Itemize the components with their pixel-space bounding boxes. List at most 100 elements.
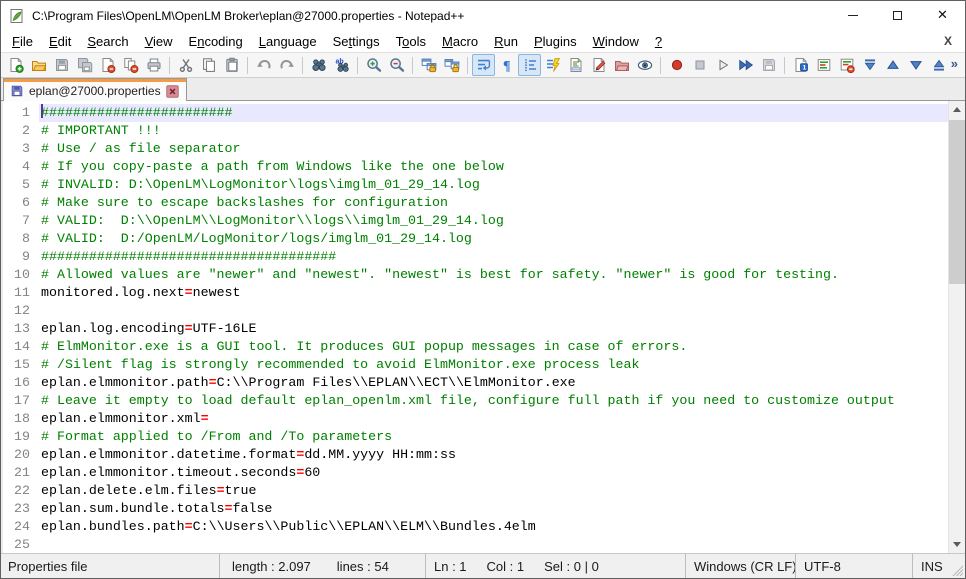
toolbar-monitoring-button[interactable] — [633, 54, 656, 76]
line-content[interactable]: eplan.elmmonitor.xml= — [39, 410, 948, 428]
line-content[interactable]: eplan.delete.elm.files=true — [39, 482, 948, 500]
vertical-scrollbar[interactable] — [948, 101, 965, 553]
tab-eplan-properties[interactable]: eplan@27000.properties — [3, 78, 187, 101]
menu-encoding[interactable]: Encoding — [181, 32, 251, 51]
line-content[interactable]: # If you copy-paste a path from Windows … — [39, 158, 948, 176]
toolbar-jump-down-button[interactable] — [927, 54, 950, 76]
line-content[interactable]: # IMPORTANT !!! — [39, 122, 948, 140]
toolbar-close-file-button[interactable] — [96, 54, 119, 76]
line-content[interactable]: # VALID: D:\\OpenLM\\LogMonitor\\logs\\i… — [39, 212, 948, 230]
toolbar-macro-run-multiple-button[interactable] — [734, 54, 757, 76]
toolbar-find-button[interactable] — [307, 54, 330, 76]
minimize-icon[interactable] — [830, 1, 875, 30]
toolbar-zoom-out-button[interactable] — [385, 54, 408, 76]
toolbar-document-list-button[interactable] — [587, 54, 610, 76]
menu-edit[interactable]: Edit — [41, 32, 79, 51]
toolbar-next-mark-button[interactable] — [904, 54, 927, 76]
toolbar-sync-scroll-v-button[interactable] — [417, 54, 440, 76]
status-eol-format[interactable]: Windows (CR LF) — [685, 554, 795, 578]
resize-grip-icon[interactable] — [946, 554, 965, 578]
toolbar-mark-all-button[interactable] — [812, 54, 835, 76]
save-file-icon — [54, 57, 70, 73]
editor-line: 17# Leave it empty to load default eplan… — [3, 392, 948, 410]
menu-language[interactable]: Language — [251, 32, 325, 51]
toolbar-function-list-button[interactable] — [541, 54, 564, 76]
scrollbar-track[interactable] — [949, 118, 965, 536]
line-content[interactable] — [39, 302, 948, 320]
maximize-icon[interactable] — [875, 1, 920, 30]
toolbar-paste-button[interactable] — [220, 54, 243, 76]
toolbar-macro-save-button[interactable] — [757, 54, 780, 76]
toolbar-items — [4, 54, 950, 76]
toolbar-undo-button[interactable] — [252, 54, 275, 76]
toolbar-show-all-chars-button[interactable] — [495, 54, 518, 76]
menubar-close-document-icon[interactable]: X — [944, 34, 965, 48]
line-content[interactable]: eplan.sum.bundle.totals=false — [39, 500, 948, 518]
toolbar-word-wrap-button[interactable] — [472, 54, 495, 76]
line-content[interactable]: eplan.elmmonitor.datetime.format=dd.MM.y… — [39, 446, 948, 464]
scrollbar-thumb[interactable] — [949, 120, 965, 284]
toolbar-redo-button[interactable] — [275, 54, 298, 76]
toolbar-zoom-in-button[interactable] — [362, 54, 385, 76]
toolbar-print-button[interactable] — [142, 54, 165, 76]
tab-close-icon[interactable] — [166, 85, 179, 98]
line-content[interactable]: eplan.elmmonitor.path=C:\\Program Files\… — [39, 374, 948, 392]
line-content[interactable]: # INVALID: D:\OpenLM\LogMonitor\logs\img… — [39, 176, 948, 194]
line-content[interactable]: ##################################### — [39, 248, 948, 266]
editor-line: 20eplan.elmmonitor.datetime.format=dd.MM… — [3, 446, 948, 464]
line-content[interactable]: # Allowed values are "newer" and "newest… — [39, 266, 948, 284]
line-content[interactable]: ######################## — [39, 104, 948, 122]
line-content[interactable] — [39, 536, 948, 553]
close-icon[interactable]: ✕ — [920, 1, 965, 30]
menu-file[interactable]: File — [4, 32, 41, 51]
line-content[interactable]: # VALID: D:/OpenLM/LogMonitor/logs/imglm… — [39, 230, 948, 248]
toolbar-save-all-button[interactable] — [73, 54, 96, 76]
toolbar-folder-as-workspace-button[interactable] — [610, 54, 633, 76]
menu-run[interactable]: Run — [486, 32, 526, 51]
menu-help[interactable]: ? — [647, 32, 670, 51]
line-content[interactable]: # ElmMonitor.exe is a GUI tool. It produ… — [39, 338, 948, 356]
line-content[interactable]: # Use / as file separator — [39, 140, 948, 158]
toolbar-open-file-button[interactable] — [27, 54, 50, 76]
toolbar-cut-button[interactable] — [174, 54, 197, 76]
menu-settings[interactable]: Settings — [325, 32, 388, 51]
toolbar-replace-button[interactable] — [330, 54, 353, 76]
menu-window[interactable]: Window — [585, 32, 647, 51]
next-mark-icon — [908, 57, 924, 73]
scroll-down-icon[interactable] — [949, 536, 965, 553]
toolbar-jump-up-button[interactable] — [858, 54, 881, 76]
toolbar-clear-marks-button[interactable] — [835, 54, 858, 76]
menu-tools[interactable]: Tools — [388, 32, 434, 51]
status-encoding[interactable]: UTF-8 — [795, 554, 912, 578]
status-insert-mode[interactable]: INS — [912, 554, 946, 578]
line-content[interactable]: # /Silent flag is strongly recommended t… — [39, 356, 948, 374]
toolbar-sync-scroll-h-button[interactable] — [440, 54, 463, 76]
toolbar-macro-play-button[interactable] — [711, 54, 734, 76]
line-content[interactable]: # Format applied to /From and /To parame… — [39, 428, 948, 446]
toolbar-bookmark-style-1-button[interactable] — [789, 54, 812, 76]
toolbar-close-all-button[interactable] — [119, 54, 142, 76]
toolbar-save-file-button[interactable] — [50, 54, 73, 76]
text-area[interactable]: 1########################2# IMPORTANT !!… — [3, 101, 948, 553]
line-content[interactable]: # Leave it empty to load default eplan_o… — [39, 392, 948, 410]
toolbar-overflow-icon[interactable]: » — [951, 56, 958, 71]
menu-view[interactable]: View — [137, 32, 181, 51]
status-lines: lines : 54 — [337, 559, 389, 574]
toolbar-new-file-button[interactable] — [4, 54, 27, 76]
toolbar-macro-stop-button[interactable] — [688, 54, 711, 76]
toolbar-prev-mark-button[interactable] — [881, 54, 904, 76]
toolbar-macro-record-button[interactable] — [665, 54, 688, 76]
toolbar-copy-button[interactable] — [197, 54, 220, 76]
toolbar-indent-guide-button[interactable] — [518, 54, 541, 76]
menu-macro[interactable]: Macro — [434, 32, 486, 51]
line-content[interactable]: eplan.log.encoding=UTF-16LE — [39, 320, 948, 338]
menu-search[interactable]: Search — [79, 32, 136, 51]
line-content[interactable]: # Make sure to escape backslashes for co… — [39, 194, 948, 212]
scroll-up-icon[interactable] — [949, 101, 965, 118]
line-content[interactable]: monitored.log.next=newest — [39, 284, 948, 302]
menu-plugins[interactable]: Plugins — [526, 32, 585, 51]
toolbar-document-map-button[interactable] — [564, 54, 587, 76]
line-content[interactable]: eplan.elmmonitor.timeout.seconds=60 — [39, 464, 948, 482]
line-content[interactable]: eplan.bundles.path=C:\\Users\\Public\\EP… — [39, 518, 948, 536]
document-map-icon — [568, 57, 584, 73]
